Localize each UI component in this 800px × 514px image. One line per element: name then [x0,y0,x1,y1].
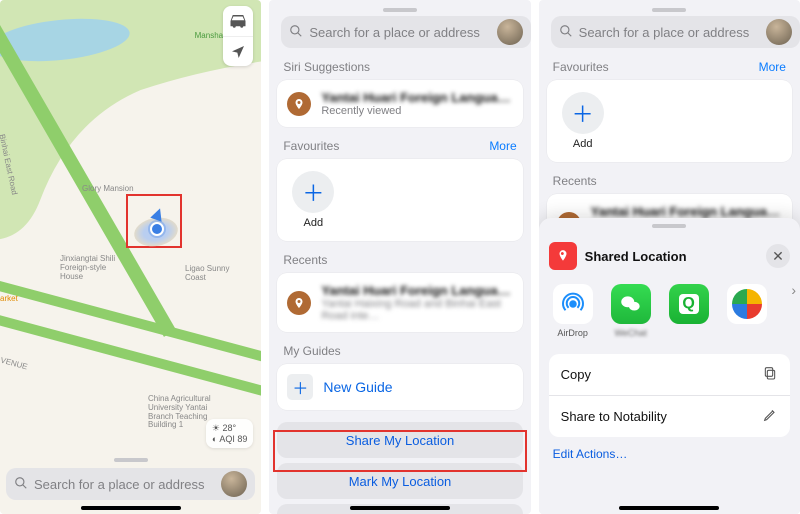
sheet-grabber[interactable] [383,8,417,12]
favourites-more-link[interactable]: More [759,60,786,74]
share-app-3[interactable]: Q [667,284,711,338]
favourites-card: ＋ Add [277,159,522,241]
chevron-right-icon: › [791,282,796,298]
search-bar[interactable]: Search for a place or address [6,468,255,500]
search-bar[interactable]: Search for a place or address [281,16,530,48]
home-indicator[interactable] [81,506,181,510]
map-poi-label: Glory Mansion [82,185,134,194]
edit-actions-link[interactable]: Edit Actions… [539,437,800,461]
map-road-label: VENUE [0,357,28,373]
recents-title: Yantai Huari Foreign Language School (… [591,204,782,219]
map-poi-label: Ligao Sunny Coast [185,265,235,283]
section-header-siri: Siri Suggestions [269,48,530,80]
locate-me-button[interactable] [223,36,253,66]
recents-subtitle: Yantai Haixing Road and Binhai East Road… [321,298,512,322]
pin-icon [287,291,311,315]
pin-icon [287,92,311,116]
suggestion-title: Yantai Huari Foreign Language School (… [321,90,512,105]
pencil-icon [762,407,778,426]
share-apps-row: AirDrop WeChat Q › [539,278,800,344]
share-app-4[interactable] [725,284,769,338]
search-placeholder: Search for a place or address [309,25,490,40]
weather-badge[interactable]: ☀ 28° ◐ AQI 89 [206,419,253,448]
search-icon [14,476,28,493]
profile-avatar[interactable] [766,19,792,45]
profile-avatar[interactable] [221,471,247,497]
add-favourite-label: Add [304,217,324,229]
sheet-grabber[interactable] [652,224,686,228]
action-label: Copy [561,367,591,382]
search-placeholder: Search for a place or address [579,25,760,40]
driving-mode-button[interactable] [223,6,253,36]
section-header-guides: My Guides [269,332,530,364]
copy-action[interactable]: Copy [549,354,790,395]
section-header-recents: Recents [539,162,800,194]
profile-avatar[interactable] [497,19,523,45]
favourites-card: ＋ Add [547,80,792,162]
share-app-wechat[interactable]: WeChat [609,284,653,338]
home-indicator[interactable] [350,506,450,510]
add-favourite-button[interactable]: ＋ Add [289,171,337,229]
copy-icon [762,365,778,384]
phone-share-sheet: Search for a place or address Favourites… [539,0,800,514]
recents-title: Yantai Huari Foreign Language School (… [321,283,512,298]
aqi-value: AQI 89 [219,434,247,444]
share-sheet-title: Shared Location [585,249,758,264]
share-app-airdrop[interactable]: AirDrop [551,284,595,338]
add-favourite-label: Add [573,138,593,150]
section-header-favourites: Favourites More [269,127,530,159]
new-guide-label: New Guide [323,379,392,395]
map-poi-label: Jinxiangtai Shili Foreign-style House [60,255,126,281]
search-icon [559,24,573,41]
plus-icon: ＋ [562,92,604,134]
sheet-grabber[interactable] [114,458,148,462]
user-location-dot [150,222,164,236]
search-placeholder: Search for a place or address [34,477,215,492]
highlight-rectangle [273,430,526,472]
add-favourite-button[interactable]: ＋ Add [559,92,607,150]
home-indicator[interactable] [619,506,719,510]
share-app-label: WeChat [614,328,646,338]
search-bar[interactable]: Search for a place or address [551,16,800,48]
favourites-more-link[interactable]: More [489,139,516,153]
recents-item[interactable]: Yantai Huari Foreign Language School (… … [277,273,522,332]
share-app-label: AirDrop [557,328,588,338]
map-poi-label: arket [0,295,18,304]
section-header-recents: Recents [269,241,530,273]
plus-icon: ＋ [292,171,334,213]
suggestion-subtitle: Recently viewed [321,105,512,117]
siri-suggestion-item[interactable]: Yantai Huari Foreign Language School (… … [277,80,522,127]
map-controls [223,6,253,66]
share-to-notability-action[interactable]: Share to Notability [549,395,790,437]
close-button[interactable]: ✕ [766,244,790,268]
phone-search-sheet: Search for a place or address Siri Sugge… [269,0,530,514]
new-guide-button[interactable]: ＋ New Guide [277,364,522,410]
sheet-grabber[interactable] [652,8,686,12]
plus-icon: ＋ [287,374,313,400]
section-header-favourites: Favourites More [539,48,800,80]
temperature: 28° [222,423,236,433]
action-label: Share to Notability [561,409,667,424]
location-pin-icon [549,242,577,270]
share-sheet: Shared Location ✕ AirDrop WeChat Q [539,218,800,514]
share-actions-list: Copy Share to Notability [549,354,790,437]
search-icon [289,24,303,41]
phone-map-view: Manshanzi Binhai East Road Glory Mansion… [0,0,261,514]
